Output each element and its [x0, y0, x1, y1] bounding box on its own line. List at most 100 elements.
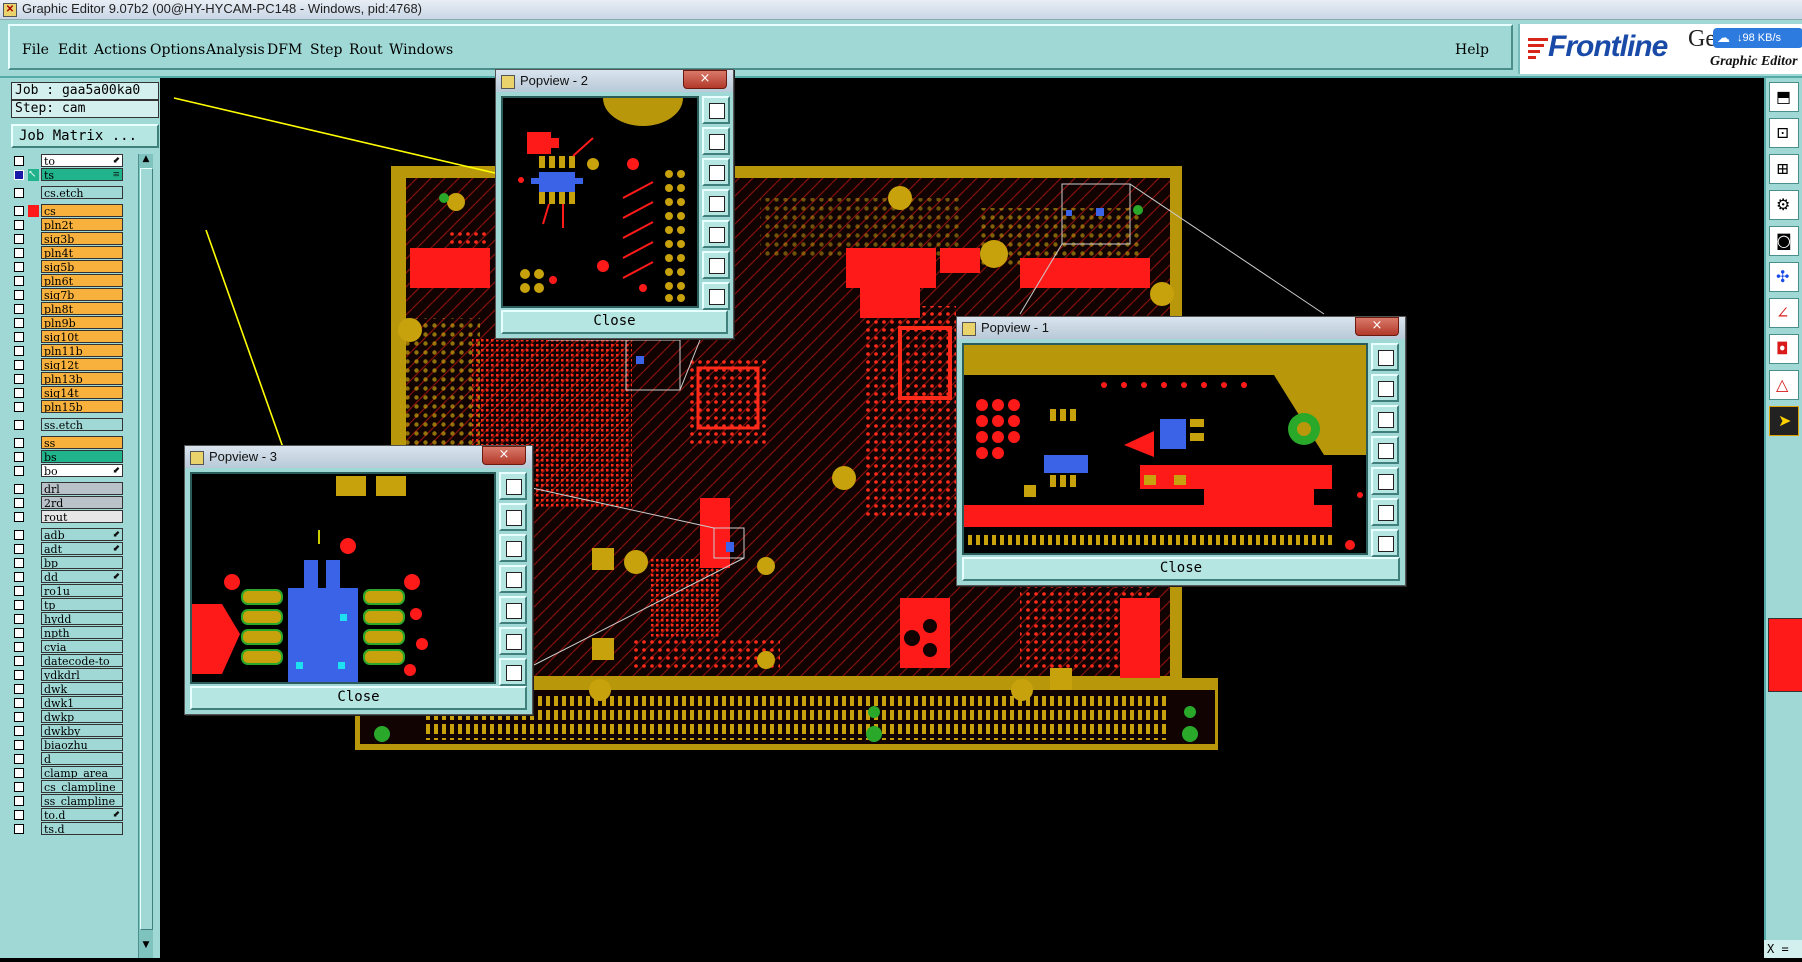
menu-edit[interactable]: Edit — [58, 42, 87, 58]
popview-2-zoom-area-button[interactable] — [702, 251, 730, 279]
popview-2-pan-right-button[interactable] — [702, 220, 730, 248]
layer-row[interactable]: cs — [11, 204, 135, 218]
layer-row[interactable]: bp — [11, 556, 135, 570]
layer-visibility-checkbox[interactable] — [14, 768, 24, 778]
layer-name-hydd[interactable]: hydd — [41, 612, 123, 625]
layer-row[interactable]: biaozhu — [11, 738, 135, 752]
layer-row[interactable]: npth — [11, 626, 135, 640]
layer-row[interactable]: cs.etch — [11, 186, 135, 200]
layer-row[interactable]: adt ⬋ — [11, 542, 135, 556]
layer-row[interactable]: dwk1 — [11, 696, 135, 710]
layer-visibility-checkbox[interactable] — [14, 600, 24, 610]
layer-name-sig3b[interactable]: sig3b — [41, 232, 123, 245]
menu-help[interactable]: Help — [1455, 42, 1489, 58]
layer-name-biaozhu[interactable]: biaozhu — [41, 738, 123, 751]
popview-3-pan-right-button[interactable] — [499, 596, 527, 624]
layer-row[interactable]: adb ⬋ — [11, 528, 135, 542]
layer-row[interactable]: bs — [11, 450, 135, 464]
popview-2-close-button[interactable]: Close — [501, 310, 728, 334]
layer-visibility-checkbox[interactable] — [14, 346, 24, 356]
red-color-swatch[interactable] — [1768, 618, 1802, 692]
layer-row[interactable]: pln15b — [11, 400, 135, 414]
popview-1-pan-left-button[interactable] — [1371, 436, 1399, 464]
layer-row[interactable]: ss.etch — [11, 418, 135, 432]
layer-name-clamp_area[interactable]: clamp_area — [41, 766, 123, 779]
layer-name-dwk[interactable]: dwk — [41, 682, 123, 695]
layer-name-cs_clampline[interactable]: cs_clampline — [41, 780, 123, 793]
layer-name-pln13b[interactable]: pln13b — [41, 372, 123, 385]
layer-visibility-checkbox[interactable] — [14, 206, 24, 216]
popview-3-zoom-fit-button[interactable] — [499, 472, 527, 500]
menu-rout[interactable]: Rout — [349, 42, 383, 58]
layer-name-sig10t[interactable]: sig10t — [41, 330, 123, 343]
layer-row[interactable]: ss — [11, 436, 135, 450]
layer-visibility-checkbox[interactable] — [14, 782, 24, 792]
home-zoom-tool[interactable]: ⬒ — [1769, 82, 1799, 112]
popview-3-view[interactable] — [190, 472, 496, 684]
layer-visibility-checkbox[interactable] — [14, 360, 24, 370]
layer-visibility-checkbox[interactable] — [14, 332, 24, 342]
layer-visibility-checkbox[interactable] — [14, 170, 24, 180]
menu-windows[interactable]: Windows — [389, 42, 453, 58]
layer-name-pln6t[interactable]: pln6t — [41, 274, 123, 287]
popview-1-zoom-home-button[interactable] — [1371, 529, 1399, 557]
layer-visibility-checkbox[interactable] — [14, 290, 24, 300]
popview-1-pan-right-button[interactable] — [1371, 467, 1399, 495]
layer-visibility-checkbox[interactable] — [14, 628, 24, 638]
layer-visibility-checkbox[interactable] — [14, 670, 24, 680]
layer-name-bp[interactable]: bp — [41, 556, 123, 569]
layer-visibility-checkbox[interactable] — [14, 586, 24, 596]
popview-2-zoom-out-button[interactable] — [702, 158, 730, 186]
popview-3-titlebar[interactable]: Popview - 3 × — [185, 446, 532, 468]
job-matrix-button[interactable]: Job Matrix ... — [11, 124, 159, 148]
layer-name-pln2t[interactable]: pln2t — [41, 218, 123, 231]
layer-row[interactable]: rout — [11, 510, 135, 524]
layer-name-adt[interactable]: adt ⬋ — [41, 542, 123, 555]
layer-row[interactable]: d — [11, 752, 135, 766]
layer-name-ts[interactable]: ts ≡ — [41, 168, 123, 181]
layer-visibility-checkbox[interactable] — [14, 642, 24, 652]
layer-name-dwkby[interactable]: dwkby — [41, 724, 123, 737]
layer-row[interactable]: sig7b — [11, 288, 135, 302]
layer-row[interactable]: bo ⬋ — [11, 464, 135, 478]
pan-tool[interactable]: ⚙ — [1769, 190, 1799, 220]
layer-row[interactable]: pln2t — [11, 218, 135, 232]
popview-1-view[interactable] — [962, 343, 1368, 555]
zoom-out-tool[interactable]: ⊞ — [1769, 154, 1799, 184]
layer-row[interactable]: sig12t — [11, 358, 135, 372]
popview-2-zoom-fit-button[interactable] — [702, 96, 730, 124]
layer-visibility-checkbox[interactable] — [14, 754, 24, 764]
layer-visibility-checkbox[interactable] — [14, 512, 24, 522]
layer-name-pln9b[interactable]: pln9b — [41, 316, 123, 329]
layer-name-pln15b[interactable]: pln15b — [41, 400, 123, 413]
layer-visibility-checkbox[interactable] — [14, 388, 24, 398]
layer-visibility-checkbox[interactable] — [14, 614, 24, 624]
layer-row[interactable]: clamp_area — [11, 766, 135, 780]
popview-3-pan-left-button[interactable] — [499, 565, 527, 593]
layer-name-2rd[interactable]: 2rd — [41, 496, 123, 509]
layer-visibility-checkbox[interactable] — [14, 530, 24, 540]
layer-name-ss_clampline[interactable]: ss_clampline — [41, 794, 123, 807]
layer-visibility-checkbox[interactable] — [14, 452, 24, 462]
popview-3-zoom-in-button[interactable] — [499, 503, 527, 531]
layer-row[interactable]: hydd — [11, 612, 135, 626]
layer-visibility-checkbox[interactable] — [14, 498, 24, 508]
layer-name-dd[interactable]: dd ⬋ — [41, 570, 123, 583]
net-tool[interactable]: ✣ — [1769, 262, 1799, 292]
layer-name-ss[interactable]: ss — [41, 436, 123, 449]
layer-visibility-checkbox[interactable] — [14, 420, 24, 430]
layer-row[interactable]: dd ⬋ — [11, 570, 135, 584]
popview-3-close-x-button[interactable]: × — [482, 446, 526, 465]
layer-name-sig12t[interactable]: sig12t — [41, 358, 123, 371]
layer-visibility-checkbox[interactable] — [14, 698, 24, 708]
layer-name-cvia[interactable]: cvia — [41, 640, 123, 653]
layer-visibility-checkbox[interactable] — [14, 572, 24, 582]
layer-name-adb[interactable]: adb ⬋ — [41, 528, 123, 541]
scroll-down-arrow-icon[interactable]: ▼ — [140, 940, 152, 952]
layer-visibility-checkbox[interactable] — [14, 234, 24, 244]
feature-tool[interactable]: ◘ — [1769, 334, 1799, 364]
menu-options[interactable]: Options — [150, 42, 205, 58]
layer-row[interactable]: ydkdrl — [11, 668, 135, 682]
layer-visibility-checkbox[interactable] — [14, 220, 24, 230]
layer-visibility-checkbox[interactable] — [14, 484, 24, 494]
